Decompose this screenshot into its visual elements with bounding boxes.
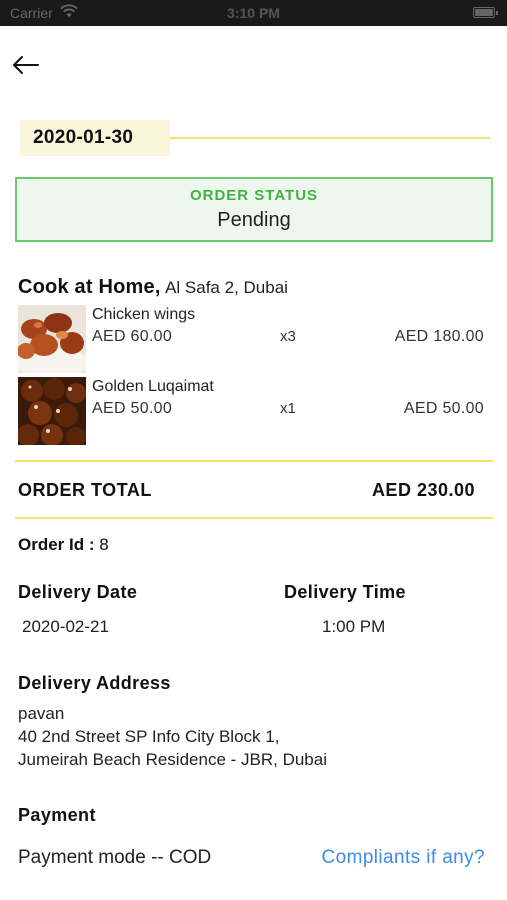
delivery-address-label: Delivery Address	[18, 673, 171, 693]
delivery-date-value: 2020-02-21	[22, 617, 109, 636]
delivery-address: pavan 40 2nd Street SP Info City Block 1…	[18, 702, 327, 771]
order-status-box: ORDER STATUS Pending	[15, 177, 493, 242]
item-total: AED 50.00	[403, 400, 484, 417]
chicken-wings-image	[18, 305, 86, 373]
restaurant-heading: Cook at Home, Al Safa 2, Dubai	[18, 276, 288, 299]
divider	[15, 517, 493, 519]
status-bar: Carrier 3:10 PM	[0, 0, 507, 26]
order-id: Order Id : 8	[18, 535, 109, 555]
item-price: AED 60.00	[92, 328, 173, 345]
address-line-2: Jumeirah Beach Residence - JBR, Dubai	[18, 750, 327, 769]
item-price: AED 50.00	[92, 400, 173, 417]
payment-label: Payment	[18, 805, 96, 825]
order-date-row: 2020-01-30	[20, 120, 490, 156]
restaurant-name: Cook at Home,	[18, 276, 161, 298]
item-name: Golden Luqaimat	[92, 378, 214, 395]
order-id-label: Order Id :	[18, 535, 95, 554]
item-name: Chicken wings	[92, 306, 196, 323]
order-total-value: AED 230.00	[371, 480, 475, 500]
list-item: Golden Luqaimat AED 50.00 x1 AED 50.00	[18, 377, 488, 447]
order-status-label: ORDER STATUS	[189, 187, 319, 204]
divider	[15, 460, 493, 462]
order-id-value: 8	[99, 535, 109, 554]
battery-icon	[473, 7, 498, 18]
list-item: Chicken wings AED 60.00 x3 AED 180.00	[18, 305, 488, 375]
item-quantity: x3	[280, 328, 296, 345]
address-line-1: 40 2nd Street SP Info City Block 1,	[18, 727, 280, 746]
delivery-time-label: Delivery Time	[284, 582, 406, 602]
divider	[170, 137, 490, 139]
payment-mode: Payment mode -- COD	[18, 847, 212, 868]
arrow-left-icon[interactable]	[10, 52, 42, 78]
delivery-time-value: 1:00 PM	[322, 617, 386, 636]
complaints-link[interactable]: Compliants if any?	[322, 847, 486, 869]
item-quantity: x1	[280, 400, 296, 417]
order-date: 2020-01-30	[20, 120, 170, 156]
order-total-label: ORDER TOTAL	[18, 480, 152, 500]
order-status-value: Pending	[217, 209, 291, 231]
delivery-date-label: Delivery Date	[18, 582, 138, 602]
clock: 3:10 PM	[227, 5, 280, 21]
item-total: AED 180.00	[394, 328, 484, 345]
golden-luqaimat-image	[18, 377, 86, 445]
address-name: pavan	[18, 704, 65, 723]
restaurant-location: Al Safa 2, Dubai	[165, 278, 288, 297]
